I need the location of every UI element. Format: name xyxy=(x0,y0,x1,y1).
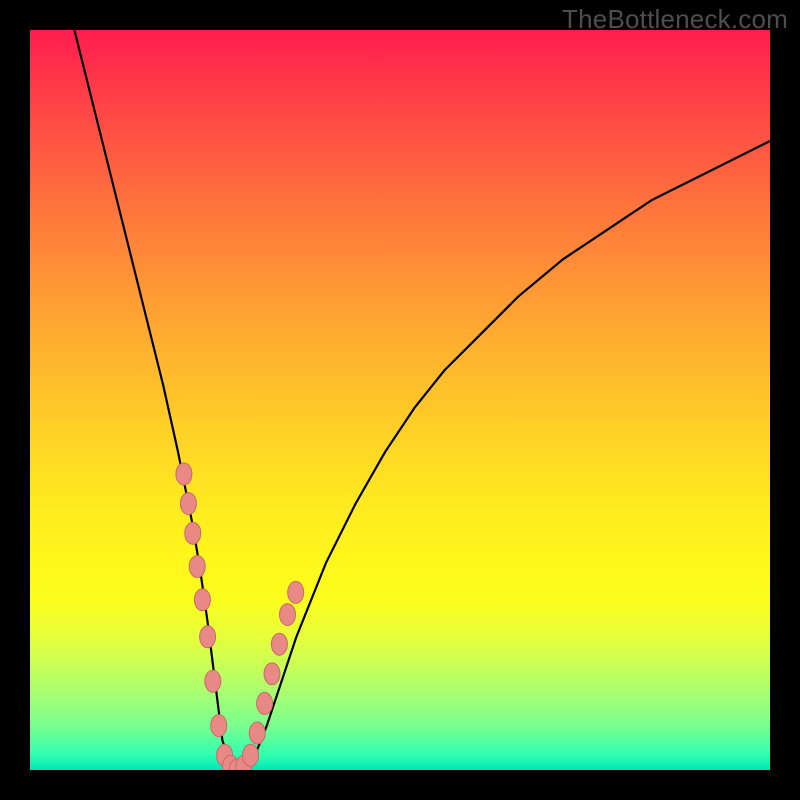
curve-marker xyxy=(288,581,304,603)
watermark-text: TheBottleneck.com xyxy=(562,4,788,35)
curve-marker xyxy=(264,663,280,685)
curve-marker xyxy=(176,463,192,485)
bottleneck-curve xyxy=(74,30,770,770)
curve-marker xyxy=(280,604,296,626)
curve-marker xyxy=(257,692,273,714)
plot-area xyxy=(30,30,770,770)
chart-frame: TheBottleneck.com xyxy=(0,0,800,800)
curve-marker xyxy=(205,670,221,692)
curve-marker xyxy=(185,522,201,544)
curve-marker xyxy=(243,744,259,766)
curve-marker xyxy=(194,589,210,611)
curve-markers xyxy=(176,463,304,770)
curve-marker xyxy=(200,626,216,648)
curve-marker xyxy=(189,556,205,578)
bottleneck-curve-svg xyxy=(30,30,770,770)
curve-marker xyxy=(211,715,227,737)
curve-marker xyxy=(180,493,196,515)
curve-marker xyxy=(249,722,265,744)
curve-marker xyxy=(271,633,287,655)
